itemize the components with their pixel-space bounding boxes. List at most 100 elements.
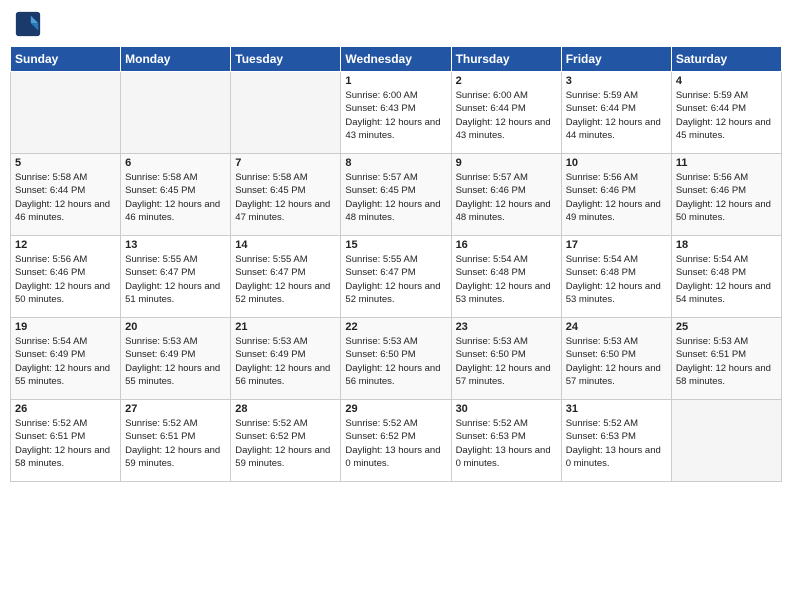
calendar-day-cell: 1 Sunrise: 6:00 AMSunset: 6:43 PMDayligh…	[341, 72, 451, 154]
day-info: Sunrise: 5:52 AMSunset: 6:51 PMDaylight:…	[15, 417, 116, 470]
day-number: 22	[345, 321, 446, 333]
day-number: 28	[235, 403, 336, 415]
day-number: 13	[125, 239, 226, 251]
calendar-day-cell: 29 Sunrise: 5:52 AMSunset: 6:52 PMDaylig…	[341, 400, 451, 482]
calendar-day-cell: 26 Sunrise: 5:52 AMSunset: 6:51 PMDaylig…	[11, 400, 121, 482]
day-info: Sunrise: 5:53 AMSunset: 6:50 PMDaylight:…	[345, 335, 446, 388]
day-number: 2	[456, 75, 557, 87]
weekday-header-cell: Tuesday	[231, 47, 341, 72]
calendar-day-cell: 10 Sunrise: 5:56 AMSunset: 6:46 PMDaylig…	[561, 154, 671, 236]
calendar-day-cell: 6 Sunrise: 5:58 AMSunset: 6:45 PMDayligh…	[121, 154, 231, 236]
calendar-day-cell: 13 Sunrise: 5:55 AMSunset: 6:47 PMDaylig…	[121, 236, 231, 318]
calendar-week-row: 19 Sunrise: 5:54 AMSunset: 6:49 PMDaylig…	[11, 318, 782, 400]
day-number: 24	[566, 321, 667, 333]
day-number: 27	[125, 403, 226, 415]
day-info: Sunrise: 5:53 AMSunset: 6:51 PMDaylight:…	[676, 335, 777, 388]
day-number: 17	[566, 239, 667, 251]
day-info: Sunrise: 5:56 AMSunset: 6:46 PMDaylight:…	[566, 171, 667, 224]
calendar-day-cell	[231, 72, 341, 154]
calendar-day-cell: 19 Sunrise: 5:54 AMSunset: 6:49 PMDaylig…	[11, 318, 121, 400]
day-number: 19	[15, 321, 116, 333]
weekday-header-cell: Saturday	[671, 47, 781, 72]
calendar-day-cell: 21 Sunrise: 5:53 AMSunset: 6:49 PMDaylig…	[231, 318, 341, 400]
day-info: Sunrise: 5:52 AMSunset: 6:53 PMDaylight:…	[566, 417, 667, 470]
day-number: 21	[235, 321, 336, 333]
calendar-day-cell: 22 Sunrise: 5:53 AMSunset: 6:50 PMDaylig…	[341, 318, 451, 400]
day-number: 23	[456, 321, 557, 333]
day-info: Sunrise: 5:58 AMSunset: 6:45 PMDaylight:…	[125, 171, 226, 224]
logo	[14, 10, 46, 38]
day-info: Sunrise: 5:53 AMSunset: 6:50 PMDaylight:…	[456, 335, 557, 388]
day-info: Sunrise: 5:55 AMSunset: 6:47 PMDaylight:…	[345, 253, 446, 306]
day-number: 15	[345, 239, 446, 251]
day-number: 8	[345, 157, 446, 169]
day-info: Sunrise: 5:59 AMSunset: 6:44 PMDaylight:…	[566, 89, 667, 142]
weekday-header-cell: Monday	[121, 47, 231, 72]
calendar-day-cell: 17 Sunrise: 5:54 AMSunset: 6:48 PMDaylig…	[561, 236, 671, 318]
day-info: Sunrise: 5:52 AMSunset: 6:52 PMDaylight:…	[235, 417, 336, 470]
calendar-day-cell: 5 Sunrise: 5:58 AMSunset: 6:44 PMDayligh…	[11, 154, 121, 236]
page-header	[10, 10, 782, 38]
day-info: Sunrise: 5:59 AMSunset: 6:44 PMDaylight:…	[676, 89, 777, 142]
day-number: 3	[566, 75, 667, 87]
day-number: 9	[456, 157, 557, 169]
day-info: Sunrise: 5:58 AMSunset: 6:44 PMDaylight:…	[15, 171, 116, 224]
day-number: 29	[345, 403, 446, 415]
calendar-week-row: 5 Sunrise: 5:58 AMSunset: 6:44 PMDayligh…	[11, 154, 782, 236]
logo-icon	[14, 10, 42, 38]
day-info: Sunrise: 5:56 AMSunset: 6:46 PMDaylight:…	[15, 253, 116, 306]
day-number: 10	[566, 157, 667, 169]
calendar-day-cell: 11 Sunrise: 5:56 AMSunset: 6:46 PMDaylig…	[671, 154, 781, 236]
day-number: 31	[566, 403, 667, 415]
calendar-day-cell: 27 Sunrise: 5:52 AMSunset: 6:51 PMDaylig…	[121, 400, 231, 482]
day-info: Sunrise: 5:52 AMSunset: 6:53 PMDaylight:…	[456, 417, 557, 470]
day-info: Sunrise: 5:52 AMSunset: 6:52 PMDaylight:…	[345, 417, 446, 470]
day-number: 5	[15, 157, 116, 169]
day-info: Sunrise: 5:57 AMSunset: 6:45 PMDaylight:…	[345, 171, 446, 224]
day-info: Sunrise: 5:54 AMSunset: 6:49 PMDaylight:…	[15, 335, 116, 388]
calendar-day-cell: 30 Sunrise: 5:52 AMSunset: 6:53 PMDaylig…	[451, 400, 561, 482]
day-number: 30	[456, 403, 557, 415]
calendar-day-cell	[11, 72, 121, 154]
calendar-body: 1 Sunrise: 6:00 AMSunset: 6:43 PMDayligh…	[11, 72, 782, 482]
calendar-day-cell: 24 Sunrise: 5:53 AMSunset: 6:50 PMDaylig…	[561, 318, 671, 400]
day-number: 26	[15, 403, 116, 415]
calendar-day-cell: 8 Sunrise: 5:57 AMSunset: 6:45 PMDayligh…	[341, 154, 451, 236]
day-number: 12	[15, 239, 116, 251]
day-info: Sunrise: 5:53 AMSunset: 6:49 PMDaylight:…	[235, 335, 336, 388]
day-info: Sunrise: 5:55 AMSunset: 6:47 PMDaylight:…	[235, 253, 336, 306]
calendar-day-cell: 20 Sunrise: 5:53 AMSunset: 6:49 PMDaylig…	[121, 318, 231, 400]
weekday-header-cell: Thursday	[451, 47, 561, 72]
day-info: Sunrise: 5:56 AMSunset: 6:46 PMDaylight:…	[676, 171, 777, 224]
day-info: Sunrise: 5:52 AMSunset: 6:51 PMDaylight:…	[125, 417, 226, 470]
weekday-header-cell: Wednesday	[341, 47, 451, 72]
day-number: 4	[676, 75, 777, 87]
day-number: 18	[676, 239, 777, 251]
calendar-day-cell: 28 Sunrise: 5:52 AMSunset: 6:52 PMDaylig…	[231, 400, 341, 482]
day-info: Sunrise: 5:54 AMSunset: 6:48 PMDaylight:…	[566, 253, 667, 306]
calendar-day-cell: 31 Sunrise: 5:52 AMSunset: 6:53 PMDaylig…	[561, 400, 671, 482]
day-info: Sunrise: 6:00 AMSunset: 6:43 PMDaylight:…	[345, 89, 446, 142]
calendar-table: SundayMondayTuesdayWednesdayThursdayFrid…	[10, 46, 782, 482]
day-number: 6	[125, 157, 226, 169]
day-number: 20	[125, 321, 226, 333]
calendar-day-cell: 15 Sunrise: 5:55 AMSunset: 6:47 PMDaylig…	[341, 236, 451, 318]
day-info: Sunrise: 5:53 AMSunset: 6:50 PMDaylight:…	[566, 335, 667, 388]
calendar-day-cell: 12 Sunrise: 5:56 AMSunset: 6:46 PMDaylig…	[11, 236, 121, 318]
calendar-day-cell: 18 Sunrise: 5:54 AMSunset: 6:48 PMDaylig…	[671, 236, 781, 318]
day-number: 25	[676, 321, 777, 333]
calendar-day-cell: 4 Sunrise: 5:59 AMSunset: 6:44 PMDayligh…	[671, 72, 781, 154]
day-number: 11	[676, 157, 777, 169]
weekday-header-cell: Sunday	[11, 47, 121, 72]
calendar-day-cell: 25 Sunrise: 5:53 AMSunset: 6:51 PMDaylig…	[671, 318, 781, 400]
calendar-day-cell	[671, 400, 781, 482]
day-info: Sunrise: 5:58 AMSunset: 6:45 PMDaylight:…	[235, 171, 336, 224]
day-info: Sunrise: 5:54 AMSunset: 6:48 PMDaylight:…	[456, 253, 557, 306]
day-info: Sunrise: 5:55 AMSunset: 6:47 PMDaylight:…	[125, 253, 226, 306]
calendar-day-cell: 2 Sunrise: 6:00 AMSunset: 6:44 PMDayligh…	[451, 72, 561, 154]
calendar-day-cell: 7 Sunrise: 5:58 AMSunset: 6:45 PMDayligh…	[231, 154, 341, 236]
weekday-header-row: SundayMondayTuesdayWednesdayThursdayFrid…	[11, 47, 782, 72]
day-info: Sunrise: 5:53 AMSunset: 6:49 PMDaylight:…	[125, 335, 226, 388]
day-info: Sunrise: 6:00 AMSunset: 6:44 PMDaylight:…	[456, 89, 557, 142]
calendar-day-cell: 14 Sunrise: 5:55 AMSunset: 6:47 PMDaylig…	[231, 236, 341, 318]
